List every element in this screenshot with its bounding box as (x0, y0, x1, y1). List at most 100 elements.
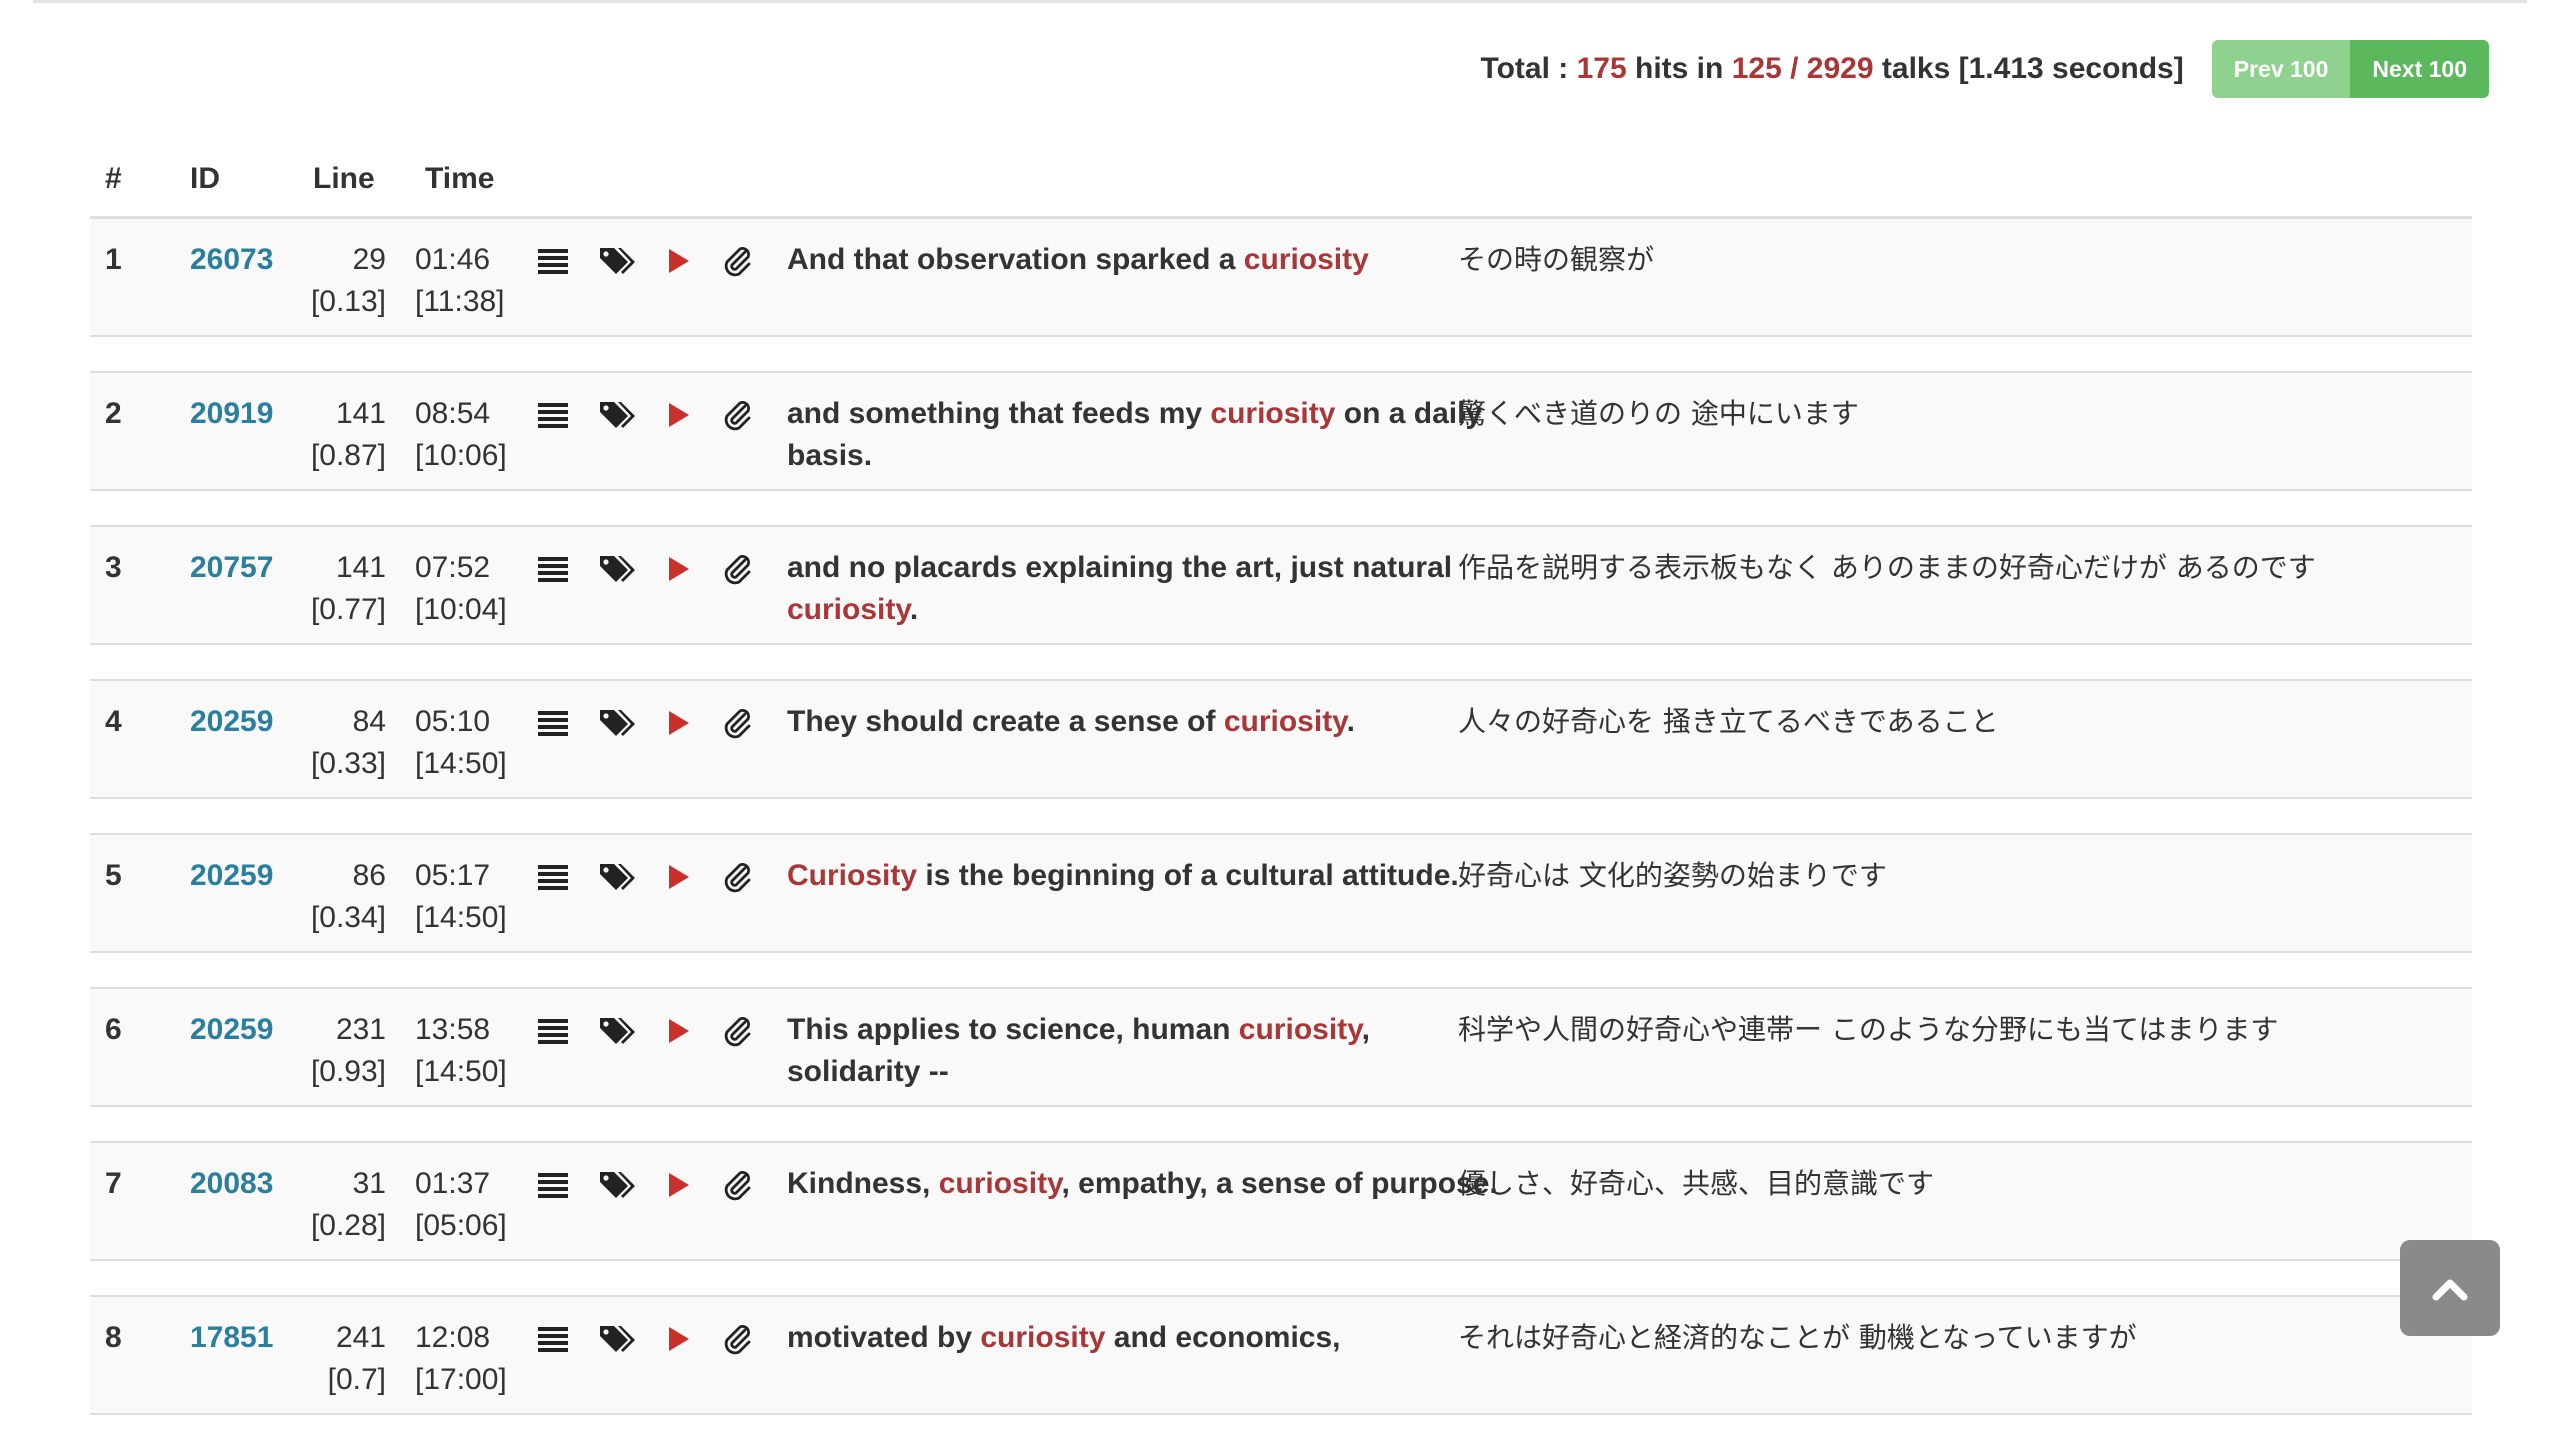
line-number: 84 (352, 705, 386, 738)
japanese-translation: 驚くべき道のりの 途中にいます (1458, 397, 1859, 430)
talk-duration: [10:04] (415, 593, 507, 626)
list-icon[interactable] (536, 706, 570, 740)
time-cell: 05:17 [14:50] (415, 855, 507, 939)
tags-icon[interactable] (598, 1014, 635, 1048)
tags-icon[interactable] (598, 1168, 635, 1202)
line-number: 241 (335, 1321, 386, 1354)
talks-suffix: talks (1881, 52, 1951, 85)
timestamp: 01:37 (415, 1167, 491, 1200)
list-icon[interactable] (536, 398, 570, 432)
total-label: Total : (1480, 52, 1569, 85)
tags-icon[interactable] (598, 860, 635, 894)
table-row: 4 20259 84 [0.33] 05:10 [14:50] They sho… (90, 679, 2472, 799)
hits-suffix: hits in (1635, 52, 1724, 85)
tags-icon[interactable] (598, 552, 635, 586)
tags-icon[interactable] (598, 1322, 635, 1356)
play-icon[interactable] (660, 706, 694, 740)
line-number: 29 (352, 243, 386, 276)
table-row: 2 20919 141 [0.87] 08:54 [10:06] and som… (90, 371, 2472, 491)
talk-id-link[interactable]: 20919 (190, 393, 273, 435)
header-line: Line (313, 162, 375, 195)
list-icon[interactable] (536, 552, 570, 586)
paperclip-icon[interactable] (720, 860, 754, 894)
play-icon[interactable] (660, 1168, 694, 1202)
japanese-translation: 優しさ、好奇心、共感、目的意識です (1458, 1167, 1935, 1200)
sentence-text: and no placards explaining the art, just… (787, 551, 1453, 584)
slash: / (1790, 52, 1799, 85)
talk-id-link[interactable]: 20259 (190, 855, 273, 897)
line-number: 231 (335, 1013, 386, 1046)
hits-count: 175 (1576, 52, 1627, 85)
english-sentence: They should create a sense of curiosity. (787, 701, 1507, 743)
english-sentence: motivated by curiosity and economics, (787, 1317, 1507, 1359)
header-time: Time (425, 162, 495, 195)
talk-id-link[interactable]: 20757 (190, 547, 273, 589)
talk-id-link[interactable]: 20083 (190, 1163, 273, 1205)
time-cell: 01:46 [11:38] (415, 239, 505, 323)
tags-icon[interactable] (598, 706, 635, 740)
list-icon[interactable] (536, 1322, 570, 1356)
play-icon[interactable] (660, 398, 694, 432)
next-100-button[interactable]: Next 100 (2350, 40, 2489, 98)
talk-duration: [11:38] (415, 285, 505, 318)
talk-id-link[interactable]: 20259 (190, 1009, 273, 1051)
paperclip-icon[interactable] (720, 398, 754, 432)
time-cell: 12:08 [17:00] (415, 1317, 507, 1401)
japanese-translation: それは好奇心と経済的なことが 動機となっていますが (1458, 1321, 2137, 1354)
english-sentence: Kindness, curiosity, empathy, a sense of… (787, 1163, 1507, 1205)
list-icon[interactable] (536, 1014, 570, 1048)
keyword-highlight: curiosity (1210, 397, 1336, 430)
play-icon[interactable] (660, 860, 694, 894)
paperclip-icon[interactable] (720, 244, 754, 278)
results-table: # ID Line Time 1 26073 29 [0.13] 01:46 [… (90, 150, 2472, 1449)
talk-id-link[interactable]: 17851 (190, 1317, 273, 1359)
time-cell: 07:52 [10:04] (415, 547, 507, 631)
line-cell: 141 [0.87] (306, 393, 386, 477)
row-number: 2 (105, 397, 122, 430)
header-id: ID (190, 162, 220, 195)
sentence-text: is the beginning of a cultural attitude. (917, 859, 1459, 892)
play-icon[interactable] (660, 552, 694, 586)
sentence-text: , empathy, a sense of purpose. (1061, 1167, 1498, 1200)
talk-id-link[interactable]: 20259 (190, 701, 273, 743)
prev-100-button[interactable]: Prev 100 (2211, 40, 2351, 98)
time-cell: 13:58 [14:50] (415, 1009, 507, 1093)
timestamp: 05:10 (415, 705, 491, 738)
paperclip-icon[interactable] (720, 552, 754, 586)
line-cell: 84 [0.33] (306, 701, 386, 785)
talk-duration: [17:00] (415, 1363, 507, 1396)
line-ratio: [0.13] (310, 285, 386, 318)
table-row: 6 20259 231 [0.93] 13:58 [14:50] This ap… (90, 987, 2472, 1107)
talk-duration: [05:06] (415, 1209, 507, 1242)
talks-total-count: 2929 (1806, 52, 1874, 85)
play-icon[interactable] (660, 1322, 694, 1356)
timestamp: 12:08 (415, 1321, 491, 1354)
english-sentence: and something that feeds my curiosity on… (787, 393, 1507, 477)
list-icon[interactable] (536, 1168, 570, 1202)
paperclip-icon[interactable] (720, 706, 754, 740)
sentence-text: Kindness, (787, 1167, 939, 1200)
tags-icon[interactable] (598, 398, 635, 432)
line-ratio: [0.87] (310, 439, 386, 472)
search-summary: Total : 175 hits in 125 / 2929 talks [1.… (1480, 40, 2489, 98)
japanese-translation: 作品を説明する表示板もなく ありのままの好奇心だけが あるのです (1458, 551, 2316, 584)
english-sentence: Curiosity is the beginning of a cultural… (787, 855, 1507, 897)
line-cell: 231 [0.93] (306, 1009, 386, 1093)
paperclip-icon[interactable] (720, 1014, 754, 1048)
paperclip-icon[interactable] (720, 1322, 754, 1356)
time-cell: 08:54 [10:06] (415, 393, 507, 477)
scroll-to-top-button[interactable] (2400, 1240, 2500, 1336)
play-icon[interactable] (660, 1014, 694, 1048)
talk-duration: [14:50] (415, 901, 507, 934)
tags-icon[interactable] (598, 244, 635, 278)
line-ratio: [0.28] (310, 1209, 386, 1242)
play-icon[interactable] (660, 244, 694, 278)
timestamp: 13:58 (415, 1013, 491, 1046)
list-icon[interactable] (536, 860, 570, 894)
talk-id-link[interactable]: 26073 (190, 239, 273, 281)
keyword-highlight: curiosity (980, 1321, 1106, 1354)
paperclip-icon[interactable] (720, 1168, 754, 1202)
list-icon[interactable] (536, 244, 570, 278)
sentence-text: They should create a sense of (787, 705, 1224, 738)
sentence-text: . (909, 593, 919, 626)
